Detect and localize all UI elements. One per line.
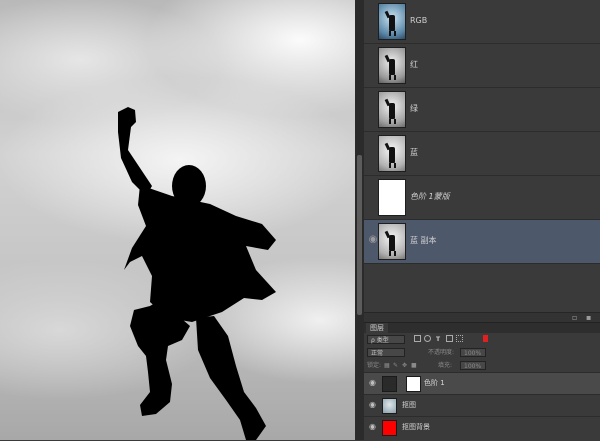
layer-row[interactable]: ◉ 抠图背景: [364, 416, 600, 438]
layer-name: 抠图背景: [402, 423, 430, 431]
fill-input[interactable]: 100%: [460, 361, 486, 370]
layers-panel: 图层 ρ 类型 T 正常 不透明度: 100% 锁定: ▦ ✎ ✥ ■ 填充: …: [364, 322, 600, 441]
eye-icon[interactable]: ◉: [369, 421, 376, 433]
lock-row: 锁定: ▦ ✎ ✥ ■ 填充: 100%: [364, 359, 600, 372]
levels-adjustment-icon: [382, 376, 397, 392]
filter-kind-select[interactable]: ρ 类型: [367, 335, 405, 344]
layer-row[interactable]: ◉ 色阶 1: [364, 372, 600, 394]
layer-mask-thumbnail[interactable]: [406, 376, 421, 392]
lock-transparent-icon[interactable]: ▦: [384, 361, 390, 370]
channel-thumbnail: [378, 223, 406, 260]
channel-row[interactable]: 绿: [364, 88, 600, 132]
layer-list: ◉ 色阶 1 ◉ 抠图 ◉ 抠图背景: [364, 372, 600, 438]
layer-thumbnail: [382, 420, 397, 436]
layer-filter-row: ρ 类型 T: [364, 333, 600, 346]
image-filter-icon[interactable]: [414, 335, 421, 342]
channel-thumbnail: [378, 179, 406, 216]
channel-row[interactable]: 色阶 1蒙版: [364, 176, 600, 220]
channel-label: RGB: [410, 16, 428, 25]
lock-move-icon[interactable]: ✥: [402, 361, 407, 370]
channel-thumbnail: [378, 3, 406, 40]
shape-filter-icon[interactable]: [446, 335, 453, 342]
document-canvas[interactable]: [0, 0, 355, 440]
channels-panel: RGB 红绿蓝色阶 1蒙版 ◉ 蓝 副本: [364, 0, 600, 312]
layer-thumbnail: [382, 398, 397, 414]
opacity-input[interactable]: 100%: [460, 348, 486, 357]
channel-label: 红: [410, 60, 418, 69]
channel-label: 绿: [410, 104, 418, 113]
channel-thumbnail: [378, 47, 406, 84]
channel-row[interactable]: ◉ 蓝 副本: [364, 220, 600, 264]
channel-row[interactable]: RGB: [364, 0, 600, 44]
lock-label: 锁定:: [367, 362, 382, 369]
eye-icon[interactable]: ◉: [369, 399, 376, 411]
channel-label: 蓝 副本: [410, 236, 437, 245]
smart-object-filter-icon[interactable]: [456, 335, 463, 342]
lock-paint-icon[interactable]: ✎: [393, 361, 398, 370]
layer-row[interactable]: ◉ 抠图: [364, 394, 600, 416]
lock-all-icon[interactable]: ■: [411, 361, 417, 370]
channel-thumbnail: [378, 91, 406, 128]
fill-label: 填充:: [438, 362, 453, 369]
silhouette-figure: [118, 107, 276, 440]
eye-icon[interactable]: ◉: [369, 377, 376, 389]
adjustment-filter-icon[interactable]: [424, 335, 431, 342]
channel-row[interactable]: 红: [364, 44, 600, 88]
layers-tab-bar: 图层: [364, 323, 600, 333]
blend-mode-select[interactable]: 正常: [367, 348, 405, 357]
filter-toggle-icon[interactable]: [483, 335, 488, 342]
canvas-scrollbar-thumb[interactable]: [357, 155, 362, 315]
layer-name: 色阶 1: [424, 379, 445, 387]
channel-row[interactable]: 蓝: [364, 132, 600, 176]
blend-row: 正常 不透明度: 100%: [364, 346, 600, 359]
channel-label: 色阶 1蒙版: [410, 192, 450, 201]
channel-thumbnail: [378, 135, 406, 172]
layer-name: 抠图: [402, 401, 416, 409]
opacity-label: 不透明度:: [428, 349, 455, 356]
channel-label: 蓝: [410, 148, 418, 157]
tab-layers[interactable]: 图层: [366, 323, 388, 333]
type-filter-icon[interactable]: T: [436, 335, 440, 344]
